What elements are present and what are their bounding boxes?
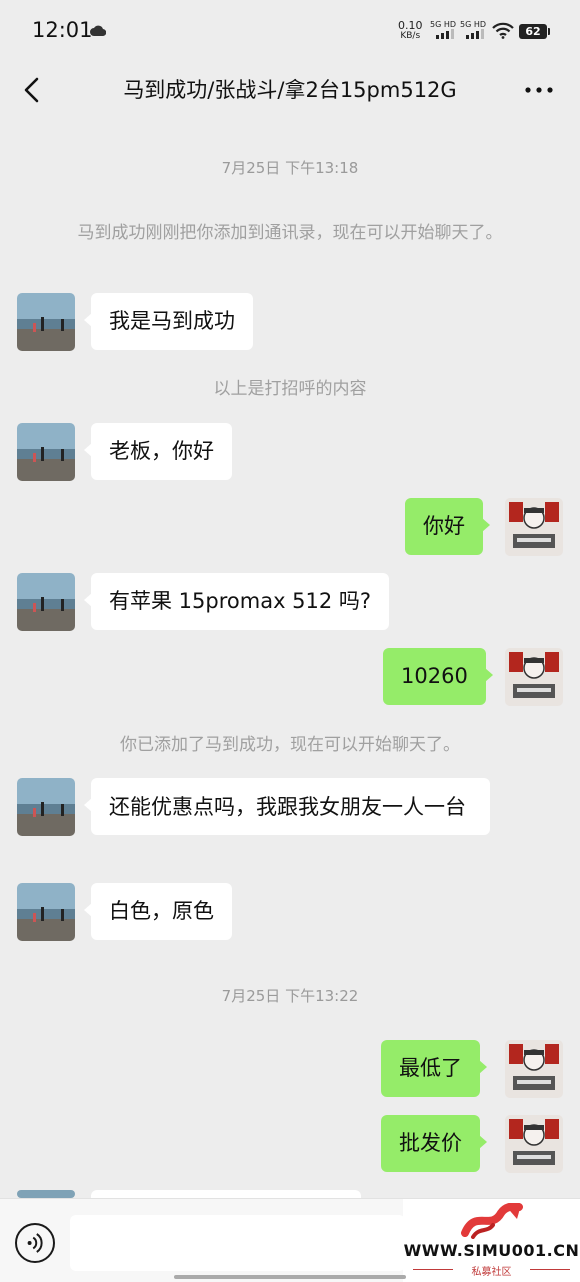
- message-bubble-incoming-partial: [91, 1190, 361, 1198]
- message-bubble-incoming[interactable]: 还能优惠点吗，我跟我女朋友一人一台: [84, 778, 490, 835]
- chat-title: 马到成功/张战斗/拿2台15pm512G: [123, 78, 457, 102]
- watermark-logo-icon: [461, 1203, 523, 1239]
- watermark-subtitle: 私募社区: [471, 1267, 512, 1278]
- status-time: 12:01: [32, 18, 93, 42]
- signal-bars-icon: [466, 29, 484, 39]
- contact-avatar[interactable]: [17, 1190, 75, 1198]
- system-message: 你已添加了马到成功，现在可以开始聊天了。: [120, 735, 460, 755]
- message-bubble-incoming[interactable]: 我是马到成功: [84, 293, 253, 350]
- system-message: 以上是打招呼的内容: [213, 379, 367, 399]
- message-input[interactable]: [70, 1215, 405, 1271]
- cartoon-avatar: [505, 1115, 563, 1173]
- message-bubble-outgoing[interactable]: 批发价: [381, 1115, 487, 1172]
- beach-photo-avatar: [17, 778, 75, 836]
- beach-photo-avatar: [17, 423, 75, 481]
- battery-indicator: 62: [519, 24, 550, 39]
- voice-icon[interactable]: [15, 1223, 55, 1263]
- contact-avatar[interactable]: [17, 883, 75, 941]
- message-bubble-outgoing[interactable]: 你好: [405, 498, 490, 555]
- chevron-left-icon[interactable]: [18, 74, 50, 106]
- more-horizontal-icon[interactable]: [522, 74, 556, 106]
- watermark: WWW.SIMU001.CN 私募社区: [403, 1199, 580, 1282]
- contact-avatar[interactable]: [17, 293, 75, 351]
- message-bubble-incoming[interactable]: 有苹果 15promax 512 吗?: [83, 573, 390, 630]
- self-avatar[interactable]: [505, 1115, 563, 1173]
- beach-photo-avatar: [17, 573, 75, 631]
- contact-avatar[interactable]: [17, 778, 75, 836]
- self-avatar[interactable]: [505, 1040, 563, 1098]
- contact-avatar[interactable]: [17, 573, 75, 631]
- message-bubble-incoming[interactable]: 白色，原色: [84, 883, 232, 940]
- chat-header: 马到成功/张战斗/拿2台15pm512G: [0, 62, 580, 118]
- cartoon-avatar: [505, 498, 563, 556]
- beach-photo-avatar: [17, 293, 75, 351]
- watermark-text: WWW.SIMU001.CN: [403, 1241, 580, 1260]
- self-avatar[interactable]: [505, 498, 563, 556]
- signal-sim2-label: 5G HD: [460, 20, 487, 29]
- message-bubble-incoming[interactable]: 老板，你好: [84, 423, 232, 480]
- signal-sim2: 5G HD: [460, 20, 486, 41]
- home-indicator[interactable]: [174, 1275, 406, 1279]
- signal-sim1: 5G HD: [430, 20, 456, 41]
- signal-bars-icon: [436, 29, 454, 39]
- wifi-icon: [492, 22, 514, 39]
- timestamp: 7月25日 下午13:18: [221, 159, 359, 177]
- signal-sim1-label: 5G HD: [430, 20, 457, 29]
- timestamp: 7月25日 下午13:22: [221, 987, 359, 1005]
- message-bubble-outgoing[interactable]: 最低了: [381, 1040, 487, 1097]
- cartoon-avatar: [505, 1040, 563, 1098]
- cloud-icon: [90, 25, 106, 36]
- network-speed: 0.10 KB/s: [398, 20, 423, 42]
- status-bar: 12:01 0.10 KB/s 5G HD 5G HD 62: [0, 0, 580, 62]
- contact-avatar[interactable]: [17, 423, 75, 481]
- system-message: 马到成功刚刚把你添加到通讯录，现在可以开始聊天了。: [77, 223, 503, 243]
- cartoon-avatar: [505, 648, 563, 706]
- network-speed-value: 0.10: [398, 19, 423, 32]
- self-avatar[interactable]: [505, 648, 563, 706]
- beach-photo-avatar: [17, 883, 75, 941]
- message-bubble-outgoing[interactable]: 10260: [383, 648, 493, 705]
- network-speed-unit: KB/s: [400, 31, 421, 41]
